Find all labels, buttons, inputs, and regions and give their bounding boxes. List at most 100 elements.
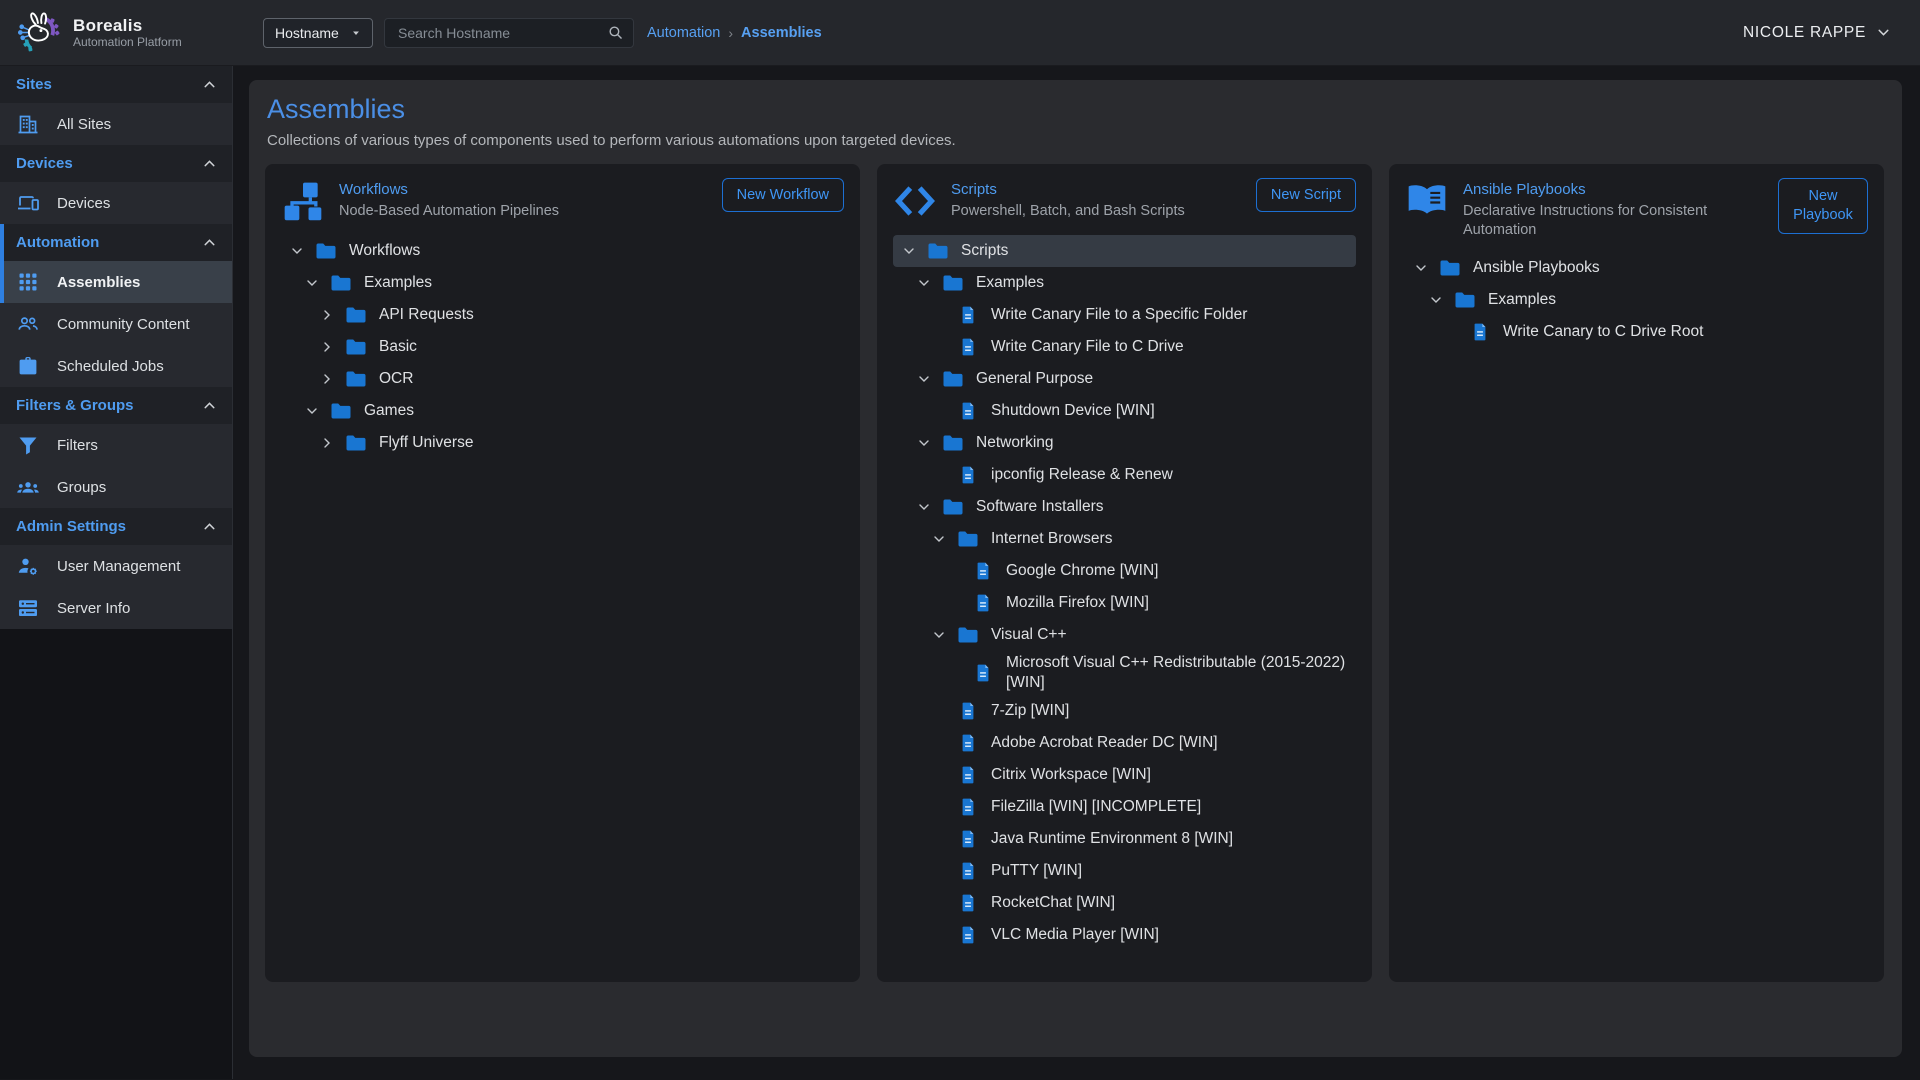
chevron-right-icon[interactable]: [319, 435, 339, 451]
sidebar-section-automation[interactable]: Automation: [0, 224, 232, 261]
sidebar-item-all-sites[interactable]: All Sites: [0, 103, 232, 145]
tree-folder-internet-browsers[interactable]: Internet Browsers: [893, 523, 1356, 555]
workflows-panel: Workflows Node-Based Automation Pipeline…: [265, 164, 860, 982]
sidebar-item-filters[interactable]: Filters: [0, 424, 232, 466]
app-brand-text: Borealis Automation Platform: [73, 16, 182, 50]
tree-folder-examples[interactable]: Examples: [281, 267, 844, 299]
chevron-right-icon[interactable]: [319, 307, 339, 323]
scripts-panel-header: Scripts Powershell, Batch, and Bash Scri…: [893, 178, 1356, 223]
tree-file-7-zip-win[interactable]: 7-Zip [WIN]: [893, 695, 1356, 727]
sidebar-section-admin-settings[interactable]: Admin Settings: [0, 508, 232, 545]
folder-icon: [940, 431, 966, 455]
tree-node-label: ipconfig Release & Renew: [991, 465, 1173, 485]
tree-node-label: VLC Media Player [WIN]: [991, 925, 1159, 945]
tree-file-java-runtime-environment-8-win[interactable]: Java Runtime Environment 8 [WIN]: [893, 823, 1356, 855]
tree-file-filezilla-win-incomplete[interactable]: FileZilla [WIN] [INCOMPLETE]: [893, 791, 1356, 823]
breadcrumb-separator: ›: [728, 25, 733, 41]
tree-node-label: Java Runtime Environment 8 [WIN]: [991, 829, 1233, 849]
chevron-down-icon[interactable]: [916, 499, 936, 515]
chevron-down-icon[interactable]: [916, 275, 936, 291]
tree-folder-workflows[interactable]: Workflows: [281, 235, 844, 267]
tree-folder-ansible-playbooks[interactable]: Ansible Playbooks: [1405, 252, 1868, 284]
search-input[interactable]: [396, 24, 607, 42]
sidebar-item-label: All Sites: [57, 116, 111, 133]
tree-chevron-spacer: [946, 563, 966, 579]
tree-file-adobe-acrobat-reader-dc-win[interactable]: Adobe Acrobat Reader DC [WIN]: [893, 727, 1356, 759]
tree-file-rocketchat-win[interactable]: RocketChat [WIN]: [893, 887, 1356, 919]
chevron-right-icon[interactable]: [319, 339, 339, 355]
ansible-playbooks-panel: Ansible Playbooks Declarative Instructio…: [1389, 164, 1884, 982]
sidebar-section-sites[interactable]: Sites: [0, 66, 232, 103]
sidebar-item-server-info[interactable]: Server Info: [0, 587, 232, 629]
app-logo-area: Borealis Automation Platform: [0, 10, 233, 56]
tree-file-microsoft-visual-c-redistributable-2015-2022-win[interactable]: Microsoft Visual C++ Redistributable (20…: [893, 651, 1356, 695]
chevron-right-icon[interactable]: [319, 371, 339, 387]
chevron-down-icon[interactable]: [304, 403, 324, 419]
chevron-down-icon[interactable]: [1413, 260, 1433, 276]
tree-folder-api-requests[interactable]: API Requests: [281, 299, 844, 331]
hostname-select[interactable]: Hostname: [263, 18, 373, 48]
sidebar-section-devices[interactable]: Devices: [0, 145, 232, 182]
chevron-down-icon[interactable]: [289, 243, 309, 259]
chevron-down-icon[interactable]: [931, 531, 951, 547]
sidebar-item-user-management[interactable]: User Management: [0, 545, 232, 587]
user-name: NICOLE RAPPE: [1743, 24, 1866, 42]
tree-file-write-canary-to-c-drive-root[interactable]: Write Canary to C Drive Root: [1405, 316, 1868, 348]
tree-node-label: Mozilla Firefox [WIN]: [1006, 593, 1149, 613]
tree-node-label: Examples: [364, 273, 432, 293]
app-tagline: Automation Platform: [73, 35, 182, 50]
sidebar-item-groups[interactable]: Groups: [0, 466, 232, 508]
tree-node-label: Games: [364, 401, 414, 421]
user-menu[interactable]: NICOLE RAPPE: [1743, 24, 1892, 42]
breadcrumb-automation[interactable]: Automation: [647, 25, 720, 41]
sidebar-item-scheduled-jobs[interactable]: Scheduled Jobs: [0, 345, 232, 387]
sidebar-section-filters-groups[interactable]: Filters & Groups: [0, 387, 232, 424]
new-script-button[interactable]: New Script: [1256, 178, 1356, 212]
tree-folder-general-purpose[interactable]: General Purpose: [893, 363, 1356, 395]
tree-file-write-canary-file-to-c-drive[interactable]: Write Canary File to C Drive: [893, 331, 1356, 363]
tree-file-google-chrome-win[interactable]: Google Chrome [WIN]: [893, 555, 1356, 587]
sidebar: SitesAll SitesDevicesDevicesAutomationAs…: [0, 66, 233, 1079]
chevron-up-icon: [201, 76, 218, 93]
tree-folder-scripts[interactable]: Scripts: [893, 235, 1356, 267]
sidebar-item-devices[interactable]: Devices: [0, 182, 232, 224]
tree-file-vlc-media-player-win[interactable]: VLC Media Player [WIN]: [893, 919, 1356, 951]
tree-folder-networking[interactable]: Networking: [893, 427, 1356, 459]
sidebar-item-label: Community Content: [57, 316, 190, 333]
tree-folder-flyff-universe[interactable]: Flyff Universe: [281, 427, 844, 459]
chevron-down-icon[interactable]: [931, 627, 951, 643]
sidebar-item-assemblies[interactable]: Assemblies: [0, 261, 232, 303]
folder-icon: [343, 303, 369, 327]
tree-file-mozilla-firefox-win[interactable]: Mozilla Firefox [WIN]: [893, 587, 1356, 619]
tree-folder-basic[interactable]: Basic: [281, 331, 844, 363]
chevron-down-icon[interactable]: [916, 435, 936, 451]
breadcrumb-assemblies[interactable]: Assemblies: [741, 25, 822, 41]
new-playbook-button[interactable]: New Playbook: [1778, 178, 1868, 234]
tree-folder-visual-c[interactable]: Visual C++: [893, 619, 1356, 651]
tree-folder-games[interactable]: Games: [281, 395, 844, 427]
new-workflow-button[interactable]: New Workflow: [722, 178, 844, 212]
folder-icon: [328, 271, 354, 295]
chevron-down-icon[interactable]: [1428, 292, 1448, 308]
tree-chevron-spacer: [931, 799, 951, 815]
tree-file-ipconfig-release-renew[interactable]: ipconfig Release & Renew: [893, 459, 1356, 491]
file-icon: [955, 859, 981, 883]
grid-icon: [16, 270, 40, 294]
tree-file-putty-win[interactable]: PuTTY [WIN]: [893, 855, 1356, 887]
chevron-down-icon[interactable]: [304, 275, 324, 291]
chevron-down-icon[interactable]: [916, 371, 936, 387]
tree-folder-examples[interactable]: Examples: [1405, 284, 1868, 316]
chevron-down-icon[interactable]: [901, 243, 921, 259]
tree-node-label: Write Canary File to a Specific Folder: [991, 305, 1247, 325]
tree-file-citrix-workspace-win[interactable]: Citrix Workspace [WIN]: [893, 759, 1356, 791]
tree-folder-examples[interactable]: Examples: [893, 267, 1356, 299]
ansible-panel-titles: Ansible Playbooks Declarative Instructio…: [1463, 178, 1764, 240]
code-icon: [893, 179, 937, 223]
sidebar-item-community-content[interactable]: Community Content: [0, 303, 232, 345]
ansible-tree: Ansible PlaybooksExamplesWrite Canary to…: [1405, 252, 1868, 348]
tree-folder-ocr[interactable]: OCR: [281, 363, 844, 395]
tree-node-label: Google Chrome [WIN]: [1006, 561, 1158, 581]
tree-file-shutdown-device-win[interactable]: Shutdown Device [WIN]: [893, 395, 1356, 427]
tree-file-write-canary-file-to-a-specific-folder[interactable]: Write Canary File to a Specific Folder: [893, 299, 1356, 331]
tree-folder-software-installers[interactable]: Software Installers: [893, 491, 1356, 523]
